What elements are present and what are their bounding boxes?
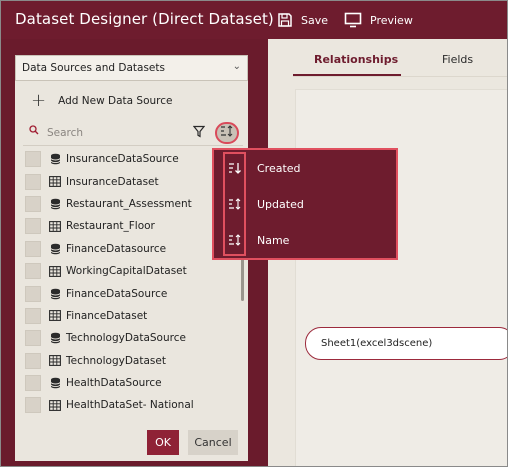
checkbox[interactable] xyxy=(25,195,41,212)
list-item[interactable]: HealthDataSource xyxy=(23,372,238,394)
list-item[interactable]: InsuranceDataset xyxy=(23,170,238,192)
checkbox[interactable] xyxy=(25,307,41,324)
checkbox[interactable] xyxy=(25,285,41,302)
table-icon xyxy=(49,176,61,188)
sort-button[interactable] xyxy=(215,122,239,144)
save-label: Save xyxy=(301,13,329,27)
list-item-label: InsuranceDataSource xyxy=(66,153,179,166)
table-icon xyxy=(49,355,61,367)
add-new-data-source-button[interactable]: + Add New Data Source xyxy=(31,91,172,111)
list-item-label: FinanceDataset xyxy=(66,309,148,322)
list-item[interactable]: InsuranceDataSource xyxy=(23,148,238,170)
sort-menu-label: Created xyxy=(257,161,301,175)
checkbox[interactable] xyxy=(25,173,41,190)
list-item[interactable]: FinanceDataSource xyxy=(23,282,238,304)
list-item-label: Restaurant_Floor xyxy=(66,220,155,233)
list-item-label: TechnologyDataSource xyxy=(66,332,186,345)
database-icon xyxy=(49,153,61,165)
tab-fields[interactable]: Fields xyxy=(442,53,473,66)
sheet-node[interactable]: Sheet1(excel3dscene) xyxy=(305,327,507,360)
list-item[interactable]: WorkingCapitalDataset xyxy=(23,260,238,282)
search-icon xyxy=(29,125,39,138)
table-icon xyxy=(49,220,61,232)
filter-icon[interactable] xyxy=(192,125,206,143)
monitor-icon xyxy=(344,12,362,28)
window-title: Dataset Designer (Direct Dataset) xyxy=(15,10,274,28)
list-item-label: HealthDataSet- National xyxy=(66,399,194,412)
search-underline xyxy=(23,145,243,146)
database-icon xyxy=(49,332,61,344)
database-icon xyxy=(49,198,61,210)
list-item[interactable]: TechnologyDataSource xyxy=(23,327,238,349)
list-item-label: Restaurant_Assessment xyxy=(66,197,192,210)
checkbox[interactable] xyxy=(25,218,41,235)
plus-icon: + xyxy=(31,90,47,111)
highlight-box xyxy=(223,152,246,256)
list-item[interactable]: HealthDataSet- National xyxy=(23,394,238,416)
checkbox[interactable] xyxy=(25,240,41,257)
list-item[interactable]: FinanceDatasource xyxy=(23,238,238,260)
title-bar: Dataset Designer (Direct Dataset) Save P… xyxy=(1,1,507,39)
table-icon xyxy=(49,265,61,277)
relationships-canvas[interactable] xyxy=(295,89,507,466)
list-item-label: TechnologyDataset xyxy=(66,354,166,367)
list-item-label: InsuranceDataset xyxy=(66,175,159,188)
table-icon xyxy=(49,310,61,322)
source-type-value: Data Sources and Datasets xyxy=(22,62,165,74)
database-icon xyxy=(49,243,61,255)
search-bar xyxy=(23,122,243,144)
list-item-label: FinanceDatasource xyxy=(66,242,167,255)
active-tab-indicator xyxy=(293,74,401,76)
data-source-list: InsuranceDataSource InsuranceDataset Resta… xyxy=(23,148,238,417)
checkbox[interactable] xyxy=(25,352,41,369)
checkbox[interactable] xyxy=(25,330,41,347)
sort-menu-label: Name xyxy=(257,233,290,247)
table-icon xyxy=(49,399,61,411)
preview-button[interactable]: Preview xyxy=(344,9,413,31)
list-item-label: HealthDataSource xyxy=(66,377,162,390)
tab-relationships[interactable]: Relationships xyxy=(314,53,398,66)
database-icon xyxy=(49,288,61,300)
sort-icon xyxy=(220,124,234,142)
source-type-dropdown[interactable]: Data Sources and Datasets ⌄ xyxy=(15,55,248,81)
save-icon xyxy=(277,12,293,28)
list-item[interactable]: FinanceDataset xyxy=(23,305,238,327)
save-button[interactable]: Save xyxy=(277,9,328,31)
list-item[interactable]: TechnologyDataset xyxy=(23,350,238,372)
list-item[interactable]: Restaurant_Floor xyxy=(23,215,238,237)
search-input[interactable] xyxy=(47,124,187,142)
checkbox[interactable] xyxy=(25,375,41,392)
list-item-label: FinanceDataSource xyxy=(66,287,168,300)
list-item[interactable]: Restaurant_Assessment xyxy=(23,193,238,215)
add-new-label: Add New Data Source xyxy=(58,95,173,107)
sort-menu-label: Updated xyxy=(257,197,304,211)
preview-label: Preview xyxy=(370,13,413,27)
tabs-divider xyxy=(293,76,507,77)
checkbox[interactable] xyxy=(25,397,41,414)
checkbox[interactable] xyxy=(25,151,41,168)
dataset-designer-window: Dataset Designer (Direct Dataset) Save P… xyxy=(0,0,508,467)
ok-button[interactable]: OK xyxy=(147,430,179,455)
cancel-button[interactable]: Cancel xyxy=(188,430,238,455)
list-item-label: WorkingCapitalDataset xyxy=(66,265,187,278)
checkbox[interactable] xyxy=(25,263,41,280)
chevron-down-icon: ⌄ xyxy=(232,61,241,72)
database-icon xyxy=(49,377,61,389)
